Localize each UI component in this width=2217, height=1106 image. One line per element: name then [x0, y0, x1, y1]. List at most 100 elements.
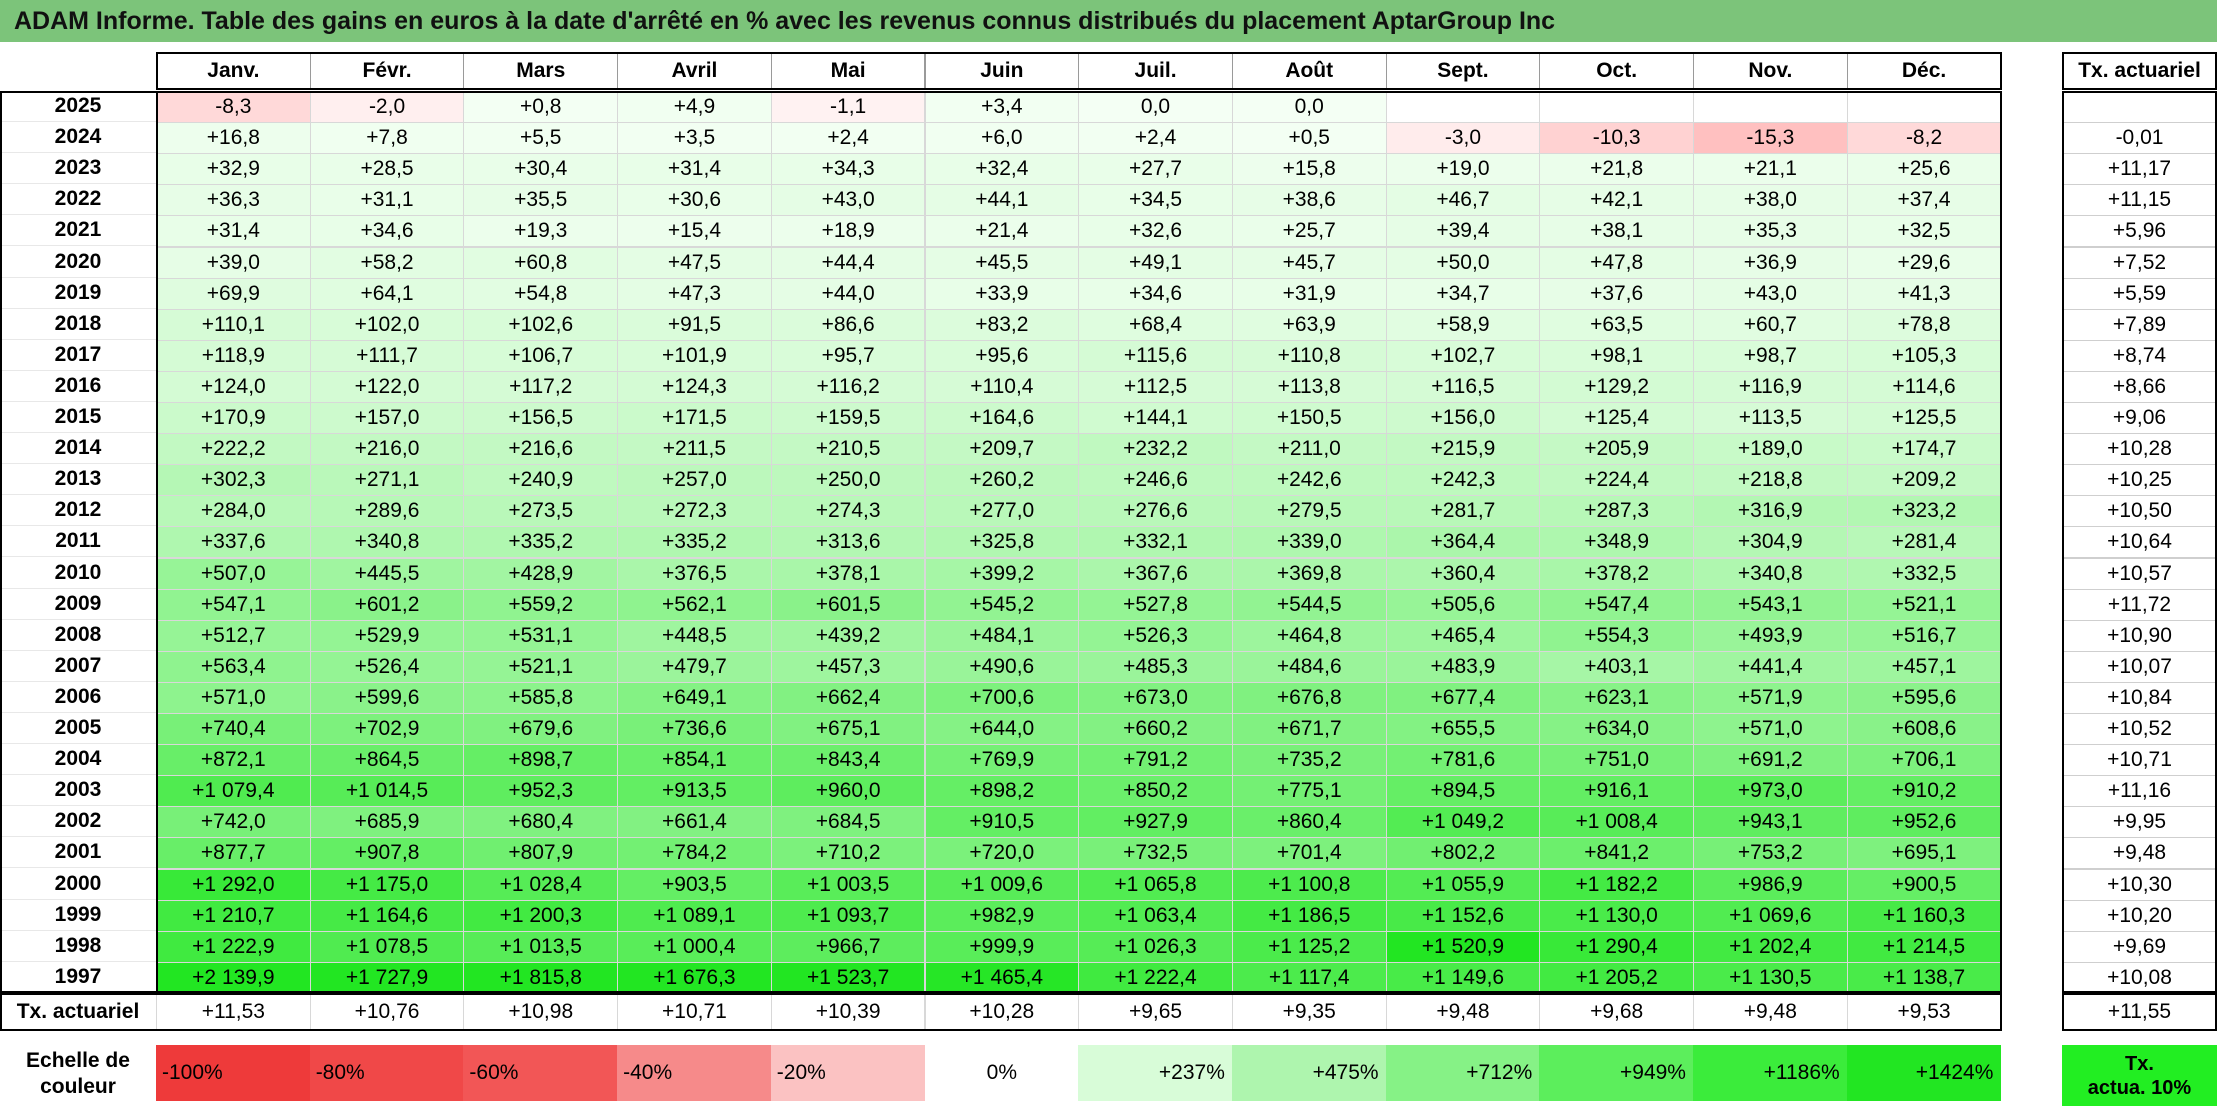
gain-cell: +864,5	[309, 744, 465, 777]
color-scale-label-line1: Echelle de	[26, 1049, 130, 1072]
gain-cell: +479,7	[617, 650, 772, 683]
gain-cell: +54,8	[463, 277, 619, 310]
gain-cell: +2,4	[1078, 122, 1233, 155]
year-label: 2018	[0, 308, 156, 340]
gain-cell: -3,0	[1385, 122, 1541, 155]
year-label: 1999	[0, 899, 156, 931]
footer-tx-cell: +10,39	[770, 993, 926, 1031]
gain-cell: +1 055,9	[1385, 868, 1541, 901]
gain-cell: +448,5	[617, 619, 772, 652]
gain-cell: +39,0	[156, 246, 311, 279]
gain-cell: +105,3	[1846, 339, 2002, 372]
gain-cell: +240,9	[463, 464, 619, 497]
tx-actuariel-cell: +10,52	[2062, 713, 2217, 746]
gain-cell: +943,1	[1693, 806, 1848, 839]
gain-cell: +284,0	[156, 495, 311, 528]
gain-cell: +102,0	[309, 308, 465, 341]
tx-actuariel-cell: +10,08	[2062, 961, 2217, 994]
gain-cell: +898,2	[924, 775, 1080, 808]
gain-cell: +29,6	[1846, 246, 2002, 279]
year-label: 2020	[0, 246, 156, 278]
footer-label: Tx. actuariel	[0, 993, 156, 1031]
gain-cell: +118,9	[156, 339, 311, 372]
gain-cell: -1,1	[770, 91, 926, 124]
gain-cell: +31,9	[1231, 277, 1387, 310]
gain-cell: +364,4	[1385, 526, 1541, 559]
gain-cell: +599,6	[309, 681, 465, 714]
gain-cell: +164,6	[924, 402, 1080, 435]
gain-cell: +1 000,4	[617, 930, 772, 963]
tx-actuariel-cell: +7,52	[2062, 246, 2217, 279]
tx-actuariel-cell	[2062, 91, 2217, 124]
gain-cell: +5,5	[463, 122, 619, 155]
gain-cell: +159,5	[770, 402, 926, 435]
gain-cell: +916,1	[1539, 775, 1694, 808]
gain-cell: +32,6	[1078, 215, 1233, 248]
gain-cell: +526,4	[309, 650, 465, 683]
gain-cell: +150,5	[1231, 402, 1387, 435]
gain-cell: +369,8	[1231, 557, 1387, 590]
gain-cell: +376,5	[617, 557, 772, 590]
gain-cell: +753,2	[1693, 837, 1848, 870]
year-label: 2000	[0, 868, 156, 900]
gain-cell: +18,9	[770, 215, 926, 248]
gain-cell: +623,1	[1539, 681, 1694, 714]
gain-cell: +210,5	[770, 433, 926, 466]
gain-cell: +544,5	[1231, 588, 1387, 621]
gain-cell: +545,2	[924, 588, 1080, 621]
gain-cell: +1 003,5	[770, 868, 926, 901]
gain-cell: +973,0	[1693, 775, 1848, 808]
gain-cell: +111,7	[309, 339, 465, 372]
gain-cell: +493,9	[1693, 619, 1848, 652]
gain-cell: +701,4	[1231, 837, 1387, 870]
gain-cell: +0,5	[1231, 122, 1387, 155]
gain-cell: +156,0	[1385, 402, 1541, 435]
gain-cell: +1 009,6	[924, 868, 1080, 901]
gain-cell: +27,7	[1078, 153, 1233, 186]
gain-cell: +910,2	[1846, 775, 2002, 808]
gain-cell: +554,3	[1539, 619, 1694, 652]
gain-cell: +378,1	[770, 557, 926, 590]
gain-cell: +1 164,6	[309, 899, 465, 932]
gain-cell: +209,2	[1846, 464, 2002, 497]
footer-tx-cell: +9,53	[1846, 993, 2002, 1031]
gain-cell: +562,1	[617, 588, 772, 621]
gain-cell: +1 465,4	[924, 961, 1080, 994]
tx-actuariel-cell: +5,59	[2062, 277, 2217, 310]
gain-cell: -8,3	[156, 91, 311, 124]
gain-cell: +1 815,8	[463, 961, 619, 994]
gain-cell: +1 130,5	[1693, 961, 1848, 994]
gain-cell: +1 727,9	[309, 961, 465, 994]
gain-cell: +34,3	[770, 153, 926, 186]
tx-actuariel-cell: +11,16	[2062, 775, 2217, 808]
year-label: 2010	[0, 557, 156, 589]
gain-cell: +110,8	[1231, 339, 1387, 372]
year-label: 1997	[0, 961, 156, 993]
footer-tx-cell: +10,98	[463, 993, 619, 1031]
gain-cell: +952,6	[1846, 806, 2002, 839]
color-scale-swatch: +475%	[1231, 1045, 1387, 1101]
gain-cell: +1 130,0	[1539, 899, 1694, 932]
gain-cell: +224,4	[1539, 464, 1694, 497]
footer-tx-cell: +10,28	[924, 993, 1080, 1031]
footer-tx-total: +11,55	[2062, 993, 2217, 1031]
tx-actuariel-legend: Tx. actua. 10%	[2062, 1045, 2217, 1106]
gain-cell: +47,8	[1539, 246, 1694, 279]
gain-cell: +211,5	[617, 433, 772, 466]
gain-cell: +732,5	[1078, 837, 1233, 870]
gain-cell: +332,1	[1078, 526, 1233, 559]
gain-cell: +507,0	[156, 557, 311, 590]
gain-cell: +1 008,4	[1539, 806, 1694, 839]
gain-cell: +660,2	[1078, 713, 1233, 746]
gain-cell: +232,2	[1078, 433, 1233, 466]
color-scale-swatch: +712%	[1385, 1045, 1541, 1101]
gain-cell: +2 139,9	[156, 961, 311, 994]
tx-actuariel-cell: +9,69	[2062, 930, 2217, 963]
gain-cell: +110,1	[156, 308, 311, 341]
gain-cell: +36,9	[1693, 246, 1848, 279]
gain-cell: +289,6	[309, 495, 465, 528]
gain-cell: +736,6	[617, 713, 772, 746]
gain-cell: +843,4	[770, 744, 926, 777]
gain-cell: +1 175,0	[309, 868, 465, 901]
gain-cell: +802,2	[1385, 837, 1541, 870]
